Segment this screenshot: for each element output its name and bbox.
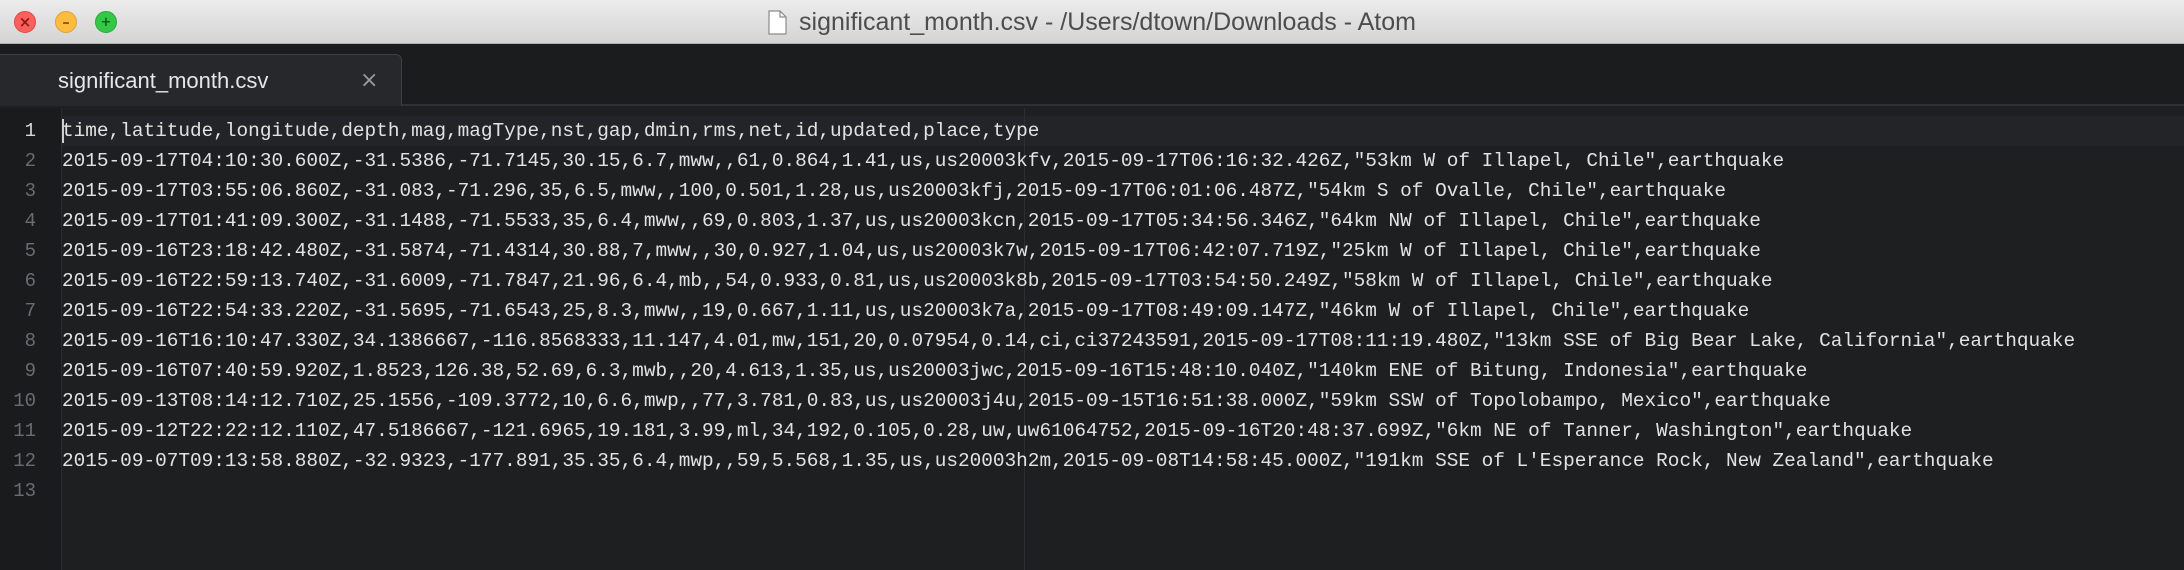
line-number: 5 bbox=[24, 240, 36, 262]
code-line[interactable]: 2015-09-17T01:41:09.300Z,-31.1488,-71.55… bbox=[62, 206, 1761, 236]
code-line[interactable]: 2015-09-13T08:14:12.710Z,25.1556,-109.37… bbox=[62, 386, 1831, 416]
line-number: 10 bbox=[13, 390, 36, 412]
text-editor[interactable]: 1 2 3 4 5 6 7 8 9 10 11 12 13 time,latit… bbox=[0, 108, 2184, 570]
line-number: 3 bbox=[24, 180, 36, 202]
line-number: 6 bbox=[24, 270, 36, 292]
line-number: 7 bbox=[24, 300, 36, 322]
code-line[interactable]: 2015-09-17T04:10:30.600Z,-31.5386,-71.71… bbox=[62, 146, 1784, 176]
code-line[interactable]: 2015-09-12T22:22:12.110Z,47.5186667,-121… bbox=[62, 416, 1912, 446]
line-number: 12 bbox=[13, 450, 36, 472]
code-line[interactable]: 2015-09-16T22:59:13.740Z,-31.6009,-71.78… bbox=[62, 266, 1773, 296]
text-cursor bbox=[62, 119, 64, 143]
line-number: 1 bbox=[24, 120, 36, 142]
line-number: 9 bbox=[24, 360, 36, 382]
line-number: 2 bbox=[24, 150, 36, 172]
line-number: 13 bbox=[13, 480, 36, 502]
line-number: 4 bbox=[24, 210, 36, 232]
code-line[interactable]: 2015-09-16T07:40:59.920Z,1.8523,126.38,5… bbox=[62, 356, 1807, 386]
line-number: 11 bbox=[13, 420, 36, 442]
tab-bar: significant_month.csv × bbox=[0, 44, 2184, 106]
window-title-area: significant_month.csv - /Users/dtown/Dow… bbox=[0, 0, 2184, 44]
line-number-gutter[interactable]: 1 2 3 4 5 6 7 8 9 10 11 12 13 bbox=[0, 108, 62, 570]
line-number: 8 bbox=[24, 330, 36, 352]
tab-label: significant_month.csv bbox=[58, 68, 269, 93]
code-line[interactable]: 2015-09-16T16:10:47.330Z,34.1386667,-116… bbox=[62, 326, 2075, 356]
code-line[interactable]: 2015-09-17T03:55:06.860Z,-31.083,-71.296… bbox=[62, 176, 1726, 206]
document-icon bbox=[768, 9, 787, 35]
code-line[interactable]: 2015-09-16T23:18:42.480Z,-31.5874,-71.43… bbox=[62, 236, 1761, 266]
code-line[interactable]: time,latitude,longitude,depth,mag,magTyp… bbox=[62, 116, 1039, 146]
code-line[interactable]: 2015-09-16T22:54:33.220Z,-31.5695,-71.65… bbox=[62, 296, 1749, 326]
tab-close-icon[interactable]: × bbox=[360, 68, 378, 93]
window-title: significant_month.csv - /Users/dtown/Dow… bbox=[799, 7, 1416, 36]
title-bar: × – + significant_month.csv - /Users/dto… bbox=[0, 0, 2184, 44]
tab-significant-month-csv[interactable]: significant_month.csv × bbox=[0, 54, 402, 106]
code-line[interactable]: 2015-09-07T09:13:58.880Z,-32.9323,-177.8… bbox=[62, 446, 1994, 476]
